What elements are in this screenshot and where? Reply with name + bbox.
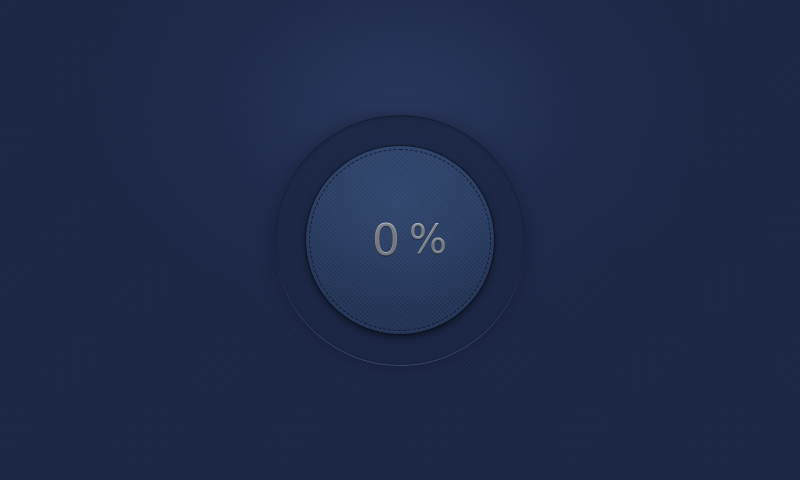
progress-percent-readout: 0 % [306, 146, 494, 334]
progress-percent-value: 0 [371, 214, 401, 266]
progress-ring: 0 % [275, 115, 525, 365]
progress-percent-sign: % [408, 217, 448, 263]
progress-dial: 0 % [306, 146, 494, 334]
loading-screen: 0 % [0, 0, 800, 480]
